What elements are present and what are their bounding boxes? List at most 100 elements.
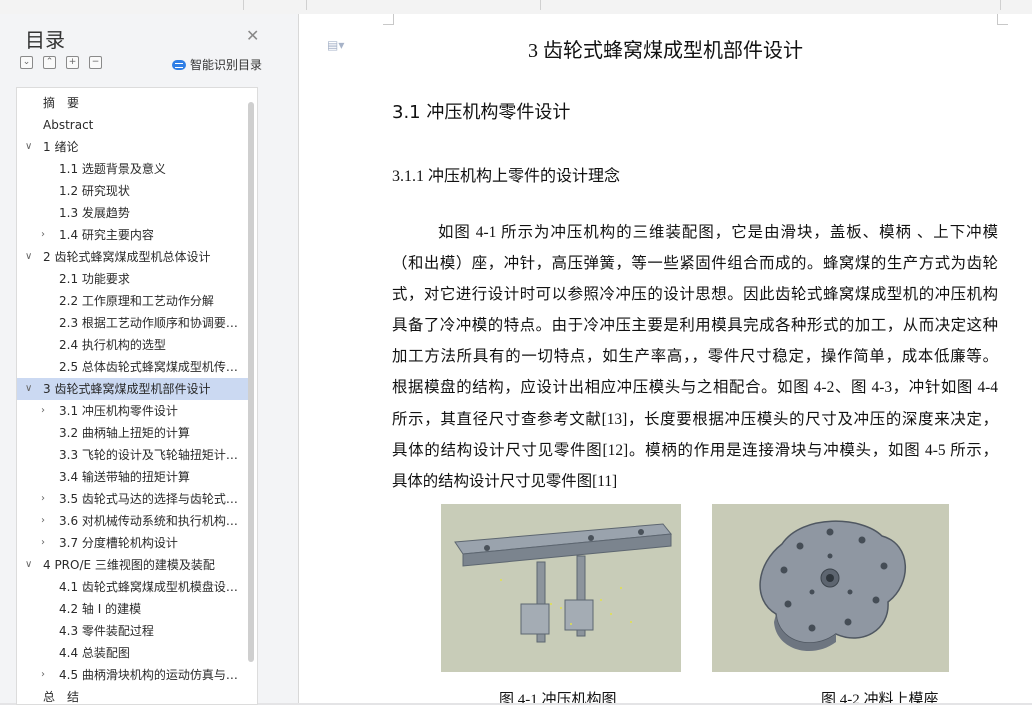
toc-item[interactable]: 4.3 零件装配过程: [17, 620, 249, 642]
toc-item-label: 4 PRO/E 三维视图的建模及装配: [43, 558, 215, 572]
toc-item-label: 3.3 飞轮的设计及飞轮轴扭矩计 ...: [59, 448, 241, 462]
chevron-right-icon[interactable]: ›: [41, 488, 45, 510]
add-icon[interactable]: +: [66, 56, 79, 69]
collapse-all-icon[interactable]: ⌃: [43, 56, 56, 69]
toc-item-label: 1.2 研究现状: [59, 184, 130, 198]
toc-item[interactable]: › 3.1 冲压机构零件设计: [17, 400, 249, 422]
heading-3: 3.1.1 冲压机构上零件的设计理念: [392, 168, 621, 185]
chevron-right-icon[interactable]: ›: [41, 400, 45, 422]
toc-item-label: 2.3 根据工艺动作顺序和协调要 ...: [59, 316, 241, 330]
toc-item-label: 4.1 齿轮式蜂窝煤成型机模盘设 ...: [59, 580, 241, 594]
toc-item[interactable]: 4.1 齿轮式蜂窝煤成型机模盘设 ...: [17, 576, 249, 598]
toc-item[interactable]: 4.2 轴 I 的建模: [17, 598, 249, 620]
toc-item[interactable]: 2.5 总体齿轮式蜂窝煤成型机传 ...: [17, 356, 249, 378]
toc-item-label: 3.7 分度槽轮机构设计: [59, 536, 178, 550]
toc-item-label: 3.4 输送带轴的扭矩计算: [59, 470, 190, 484]
paragraph-line: 如图 4-1 所示为冲压机构的三维装配图，它是由滑块，盖板、模柄 、上下冲模: [438, 224, 998, 241]
paragraph-line: 具体的结构设计尺寸见零件图[12]。模柄的作用是连接滑块与冲模头，如图 4-5 …: [392, 441, 998, 459]
toc-item-label: 3 齿轮式蜂窝煤成型机部件设计: [43, 382, 211, 396]
close-icon[interactable]: ✕: [246, 26, 259, 45]
toc-item[interactable]: › 3.6 对机械传动系统和执行机构 ...: [17, 510, 249, 532]
paragraph-line: 所示，其直径尺寸查参考文献[13]，长度要根据冲压模头的尺寸及冲压的深度来决定，: [392, 410, 998, 428]
toc-item-label: 3.5 齿轮式马达的选择与齿轮式 ...: [59, 492, 241, 506]
toc-item-label: 2.2 工作原理和工艺动作分解: [59, 294, 214, 308]
toc-item-label: 1 绪论: [43, 140, 79, 154]
expand-all-icon[interactable]: ⌄: [20, 56, 33, 69]
figure-caption-1: 图 4-1 冲压机构图: [499, 692, 617, 703]
toc-item-label: 3.6 对机械传动系统和执行机构 ...: [59, 514, 241, 528]
toc-item[interactable]: 1.2 研究现状: [17, 180, 249, 202]
chevron-right-icon[interactable]: ›: [41, 224, 45, 246]
toc-item[interactable]: 4.4 总装配图: [17, 642, 249, 664]
toc-item-label: 3.1 冲压机构零件设计: [59, 404, 178, 418]
toc-item-label: 1.4 研究主要内容: [59, 228, 154, 242]
toc-item-label: 4.5 曲柄滑块机构的运动仿真与 ...: [59, 668, 241, 682]
toc-item-label: 2.4 执行机构的选型: [59, 338, 166, 352]
toc-item[interactable]: 2.4 执行机构的选型: [17, 334, 249, 356]
toc-item[interactable]: 3.4 输送带轴的扭矩计算: [17, 466, 249, 488]
toc-item[interactable]: › 1.4 研究主要内容: [17, 224, 249, 246]
paragraph-line: 具体的结构设计尺寸见零件图[11]: [392, 472, 618, 490]
toc-item-label: 4.3 零件装配过程: [59, 624, 154, 638]
toc-tree: 摘 要 Abstract ∨ 1 绪论 1.1 选题背景及意义 1.2 研究现状 1.3 发…: [16, 87, 258, 705]
figure-caption-2: 图 4-2 冲料上模座: [821, 692, 939, 703]
remove-icon[interactable]: −: [89, 56, 102, 69]
heading-2: 3.1 冲压机构零件设计: [392, 102, 571, 123]
body-paragraph: 如图 4-1 所示为冲压机构的三维装配图，它是由滑块，盖板、模柄 、上下冲模 （…: [392, 217, 998, 497]
paragraph-line: 式，对它进行设计时可以参照冷冲压的设计思想。因此齿轮式蜂窝煤成型机的冲压机构: [392, 286, 998, 304]
paragraph-line: 加工方法所具有的一切特点，如生产率高，，零件尺寸稳定，操作简单，成本低廉等。: [392, 348, 998, 366]
toc-item-label: 4.4 总装配图: [59, 646, 130, 660]
paragraph-line: 根据模盘的结构，应设计出相应冲压模头与之相配合。如图 4-2、图 4-3，冲针如…: [392, 379, 998, 397]
toc-item-label: 2.5 总体齿轮式蜂窝煤成型机传 ...: [59, 360, 241, 374]
toc-item-label: Abstract: [43, 118, 94, 132]
toc-item[interactable]: 3.3 飞轮的设计及飞轮轴扭矩计 ...: [17, 444, 249, 466]
toc-item[interactable]: › 3.7 分度槽轮机构设计: [17, 532, 249, 554]
chevron-right-icon[interactable]: ›: [41, 510, 45, 532]
smart-recognize-toc-button[interactable]: 智能识别目录: [172, 56, 262, 73]
toc-item-label: 4.2 轴 I 的建模: [59, 602, 142, 616]
toc-item[interactable]: ∨ 4 PRO/E 三维视图的建模及装配: [17, 554, 249, 576]
chevron-down-icon[interactable]: ∨: [25, 246, 32, 268]
toc-item-label: 摘 要: [43, 96, 80, 110]
paragraph-line: 具备了冷冲模的特点。由于冷冲压主要是利用模具完成各种形式的加工，从而决定这种: [392, 317, 998, 335]
toc-item[interactable]: 1.1 选题背景及意义: [17, 158, 249, 180]
toc-item[interactable]: 2.2 工作原理和工艺动作分解: [17, 290, 249, 312]
chevron-down-icon[interactable]: ∨: [25, 378, 32, 400]
toc-item[interactable]: 总 结: [17, 686, 249, 704]
toc-sidebar: 目录 ✕ ⌄ ⌃ + − 智能识别目录 摘 要 Abstract ∨ 1 绪论 1.1 …: [0, 14, 299, 705]
document-page: ▤▾ 3 齿轮式蜂窝煤成型机部件设计 3.1 冲压机构零件设计 3.1.1 冲压…: [299, 14, 1032, 703]
smart-label: 智能识别目录: [190, 58, 263, 72]
chevron-down-icon[interactable]: ∨: [25, 554, 32, 576]
paragraph-line: （和出模）座，冲针，高压弹簧，等一些紧固件组合而成的。蜂窝煤的生产方式为齿轮: [392, 255, 998, 273]
smart-icon: [172, 59, 186, 70]
toc-item-label: 2 齿轮式蜂窝煤成型机总体设计: [43, 250, 211, 264]
toc-item[interactable]: ∨ 3 齿轮式蜂窝煤成型机部件设计: [17, 378, 249, 400]
heading-1: 3 齿轮式蜂窝煤成型机部件设计: [528, 40, 803, 62]
toc-item[interactable]: 2.3 根据工艺动作顺序和协调要 ...: [17, 312, 249, 334]
toc-item-label: 3.2 曲柄轴上扭矩的计算: [59, 426, 190, 440]
toc-item[interactable]: ∨ 2 齿轮式蜂窝煤成型机总体设计: [17, 246, 249, 268]
toc-item-label: 1.1 选题背景及意义: [59, 162, 166, 176]
toc-item[interactable]: › 4.5 曲柄滑块机构的运动仿真与 ...: [17, 664, 249, 686]
toc-item[interactable]: › 3.5 齿轮式马达的选择与齿轮式 ...: [17, 488, 249, 510]
top-ruler-strip: [0, 0, 1032, 15]
toc-item-label: 1.3 发展趋势: [59, 206, 130, 220]
toc-controls: ⌄ ⌃ + −: [20, 56, 102, 69]
toc-item[interactable]: 2.1 功能要求: [17, 268, 249, 290]
toc-item[interactable]: 3.2 曲柄轴上扭矩的计算: [17, 422, 249, 444]
toc-item-label: 2.1 功能要求: [59, 272, 130, 286]
toc-item[interactable]: ∨ 1 绪论: [17, 136, 249, 158]
toc-scrollbar[interactable]: [248, 102, 254, 662]
figure-stamping-mechanism: [441, 504, 681, 672]
toc-title: 目录: [25, 28, 65, 52]
toc-item[interactable]: 1.3 发展趋势: [17, 202, 249, 224]
chevron-down-icon[interactable]: ∨: [25, 136, 32, 158]
chevron-right-icon[interactable]: ›: [41, 664, 45, 686]
chevron-right-icon[interactable]: ›: [41, 532, 45, 554]
toc-item[interactable]: 摘 要: [17, 92, 249, 114]
toc-item-label: 总 结: [43, 690, 80, 704]
crop-mark: [383, 14, 394, 25]
toc-item[interactable]: Abstract: [17, 114, 249, 136]
crop-mark: [997, 14, 1008, 25]
figure-upper-die-seat: [712, 504, 949, 672]
